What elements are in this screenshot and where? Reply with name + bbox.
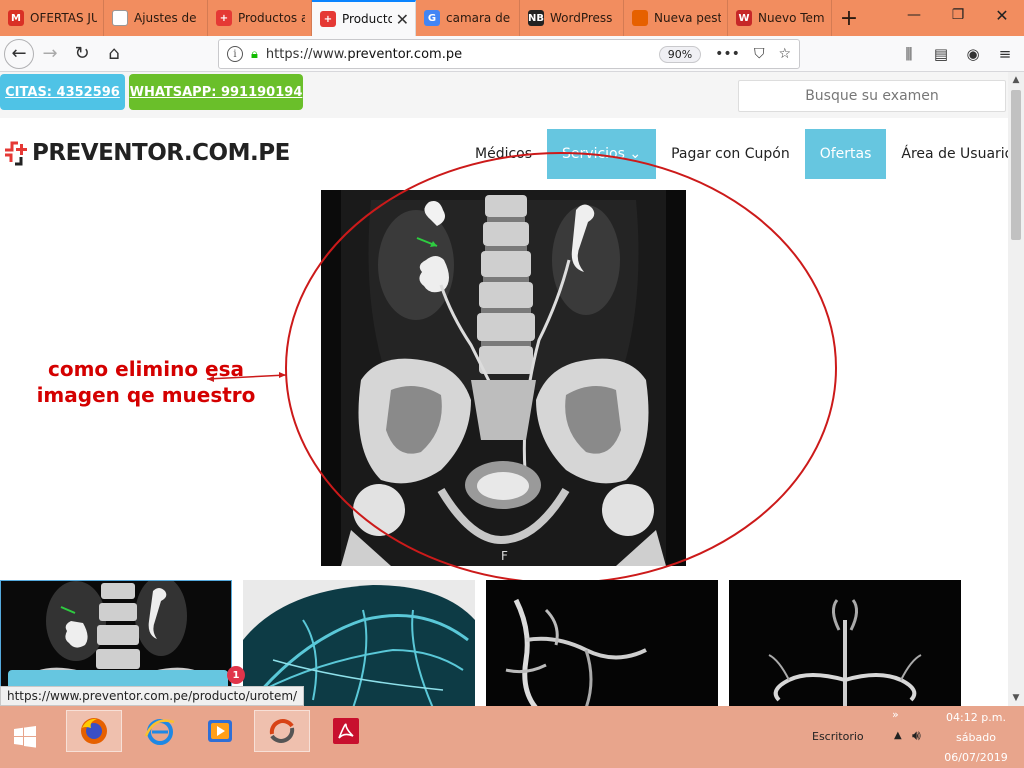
restore-button[interactable]: ❐ [936,0,980,30]
logo-text: PREVENTOR.COM.PE [32,140,290,166]
citas-button[interactable]: CITAS: 4352596 [0,74,125,110]
sync-app-taskbar-icon[interactable] [254,710,310,752]
page-viewport: CITAS: 4352596 WHATSAPP: 991190194 Busqu… [0,72,1008,706]
lock-icon[interactable]: 🔒︎ [251,47,258,62]
browser-tab[interactable]: M OFERTAS JU [0,0,104,36]
tab-label: Ajustes de lectura [134,11,201,25]
tab-label: camara de c [446,11,513,25]
menu-item[interactable]: Pagar con Cupón [656,129,805,179]
firefox-icon [632,10,648,26]
main-menu: Médicos Servicios ⌄ Pagar con Cupón Ofertas… [460,129,1008,179]
sidebar-icon[interactable]: ▤ [930,39,952,69]
address-bar[interactable]: i 🔒︎ https://www.preventor.com.pe 90% ••… [218,39,800,69]
browser-tab[interactable]: Nueva pesta [624,0,728,36]
url-text[interactable]: https://www.preventor.com.pe [266,47,659,62]
windows-taskbar: Escritorio » ▲ 🔊︎ 04:12 p.m. sábado 06/0… [0,706,1024,768]
search-input[interactable]: Busque su examen [738,80,1006,112]
nb-icon: NB [528,10,544,26]
browser-tab[interactable]: + Productos a [208,0,312,36]
tab-label: Nueva pesta [654,11,721,25]
gmail-icon: M [8,10,24,26]
menu-item[interactable]: Ofertas [804,129,887,179]
scroll-up-arrow[interactable]: ▲ [1008,72,1024,88]
thumbnail-vascular-3d[interactable] [486,580,718,706]
tab-label: Nuevo Tem [758,11,825,25]
windows-start-icon[interactable] [0,706,50,768]
status-link-preview: https://www.preventor.com.pe/producto/ur… [0,686,305,706]
scroll-down-arrow[interactable]: ▼ [1008,690,1024,706]
library-icon[interactable]: ⫼ [898,39,920,69]
home-button[interactable]: ⌂ [98,38,130,70]
navigation-toolbar: ← → ↻ ⌂ i 🔒︎ https://www.preventor.com.p… [0,36,1024,72]
forward-button[interactable]: → [34,38,66,70]
page-icon [112,10,128,26]
browser-tab[interactable]: W Nuevo Tem [728,0,832,36]
menu-item[interactable]: Servicios ⌄ [547,129,657,179]
preventor-icon: + [216,10,232,26]
tab-label: Productos a [238,11,305,25]
thumbnail-circle-of-willis[interactable] [729,580,961,706]
page-scrollbar[interactable]: ▲ ▼ [1008,72,1024,706]
taskbar-clock[interactable]: 04:12 p.m. sábado 06/07/2019 [936,708,1016,768]
tab-label: OFERTAS JU [30,11,97,25]
image-orientation-letter: F [501,549,508,563]
annotation-note: como elimino esa imagen qe muestro [36,357,256,407]
tab-label: WordPress 5 [550,11,617,25]
w-icon: W [736,10,752,26]
toolbar-expand-icon[interactable]: » [892,708,899,721]
browser-tab[interactable]: + Producto ✕ [312,0,416,36]
tab-strip: M OFERTAS JU Ajustes de lectura + Productos … [0,0,1024,36]
browser-tab[interactable]: Gcamara de c [416,0,520,36]
desktop-toolbar-label[interactable]: Escritorio [812,730,864,743]
zoom-indicator[interactable]: 90% [658,45,702,63]
menu-icon[interactable]: ≡ [994,39,1016,69]
chat-notification-badge: 1 [227,666,245,684]
pocket-icon[interactable]: ⛉ [754,46,765,62]
browser-tab[interactable]: NB WordPress 5 [520,0,624,36]
logo-cross-icon [2,140,28,166]
site-header: PREVENTOR.COM.PE Médicos Servicios ⌄ Pagar… [0,118,1008,188]
window-controls: — ❐ ✕ [892,0,1024,30]
ct-scan-image[interactable]: F [321,190,686,566]
volume-icon[interactable]: 🔊︎ [912,728,921,744]
site-logo[interactable]: PREVENTOR.COM.PE [2,140,290,166]
menu-item[interactable]: Área de Usuario ⌄ [886,129,1008,179]
reload-button[interactable]: ↻ [66,38,98,70]
browser-tab[interactable]: Ajustes de lectura [104,0,208,36]
close-window-button[interactable]: ✕ [980,0,1024,30]
tab-label: Producto [342,12,392,26]
internet-explorer-taskbar-icon[interactable] [132,710,188,752]
whatsapp-button[interactable]: WHATSAPP: 991190194 [129,74,303,110]
menu-item[interactable]: Médicos [460,129,547,179]
new-tab-button[interactable]: + [832,0,866,36]
tab-close-icon[interactable]: ✕ [396,10,409,29]
media-player-taskbar-icon[interactable] [192,710,248,752]
preventor-icon: + [320,11,336,27]
page-actions-icon[interactable]: ••• [715,46,740,62]
minimize-button[interactable]: — [892,0,936,30]
info-icon[interactable]: i [227,46,243,62]
show-hidden-icons-icon[interactable]: ▲ [894,730,902,741]
bookmark-star-icon[interactable]: ☆ [778,46,791,62]
top-contact-strip: CITAS: 4352596 WHATSAPP: 991190194 Busqu… [0,72,1008,118]
scrollbar-thumb[interactable] [1011,90,1021,240]
acrobat-taskbar-icon[interactable] [318,710,374,752]
google-icon: G [424,10,440,26]
firefox-taskbar-icon[interactable] [66,710,122,752]
back-button[interactable]: ← [4,38,34,69]
account-icon[interactable]: ◉ [962,39,984,69]
